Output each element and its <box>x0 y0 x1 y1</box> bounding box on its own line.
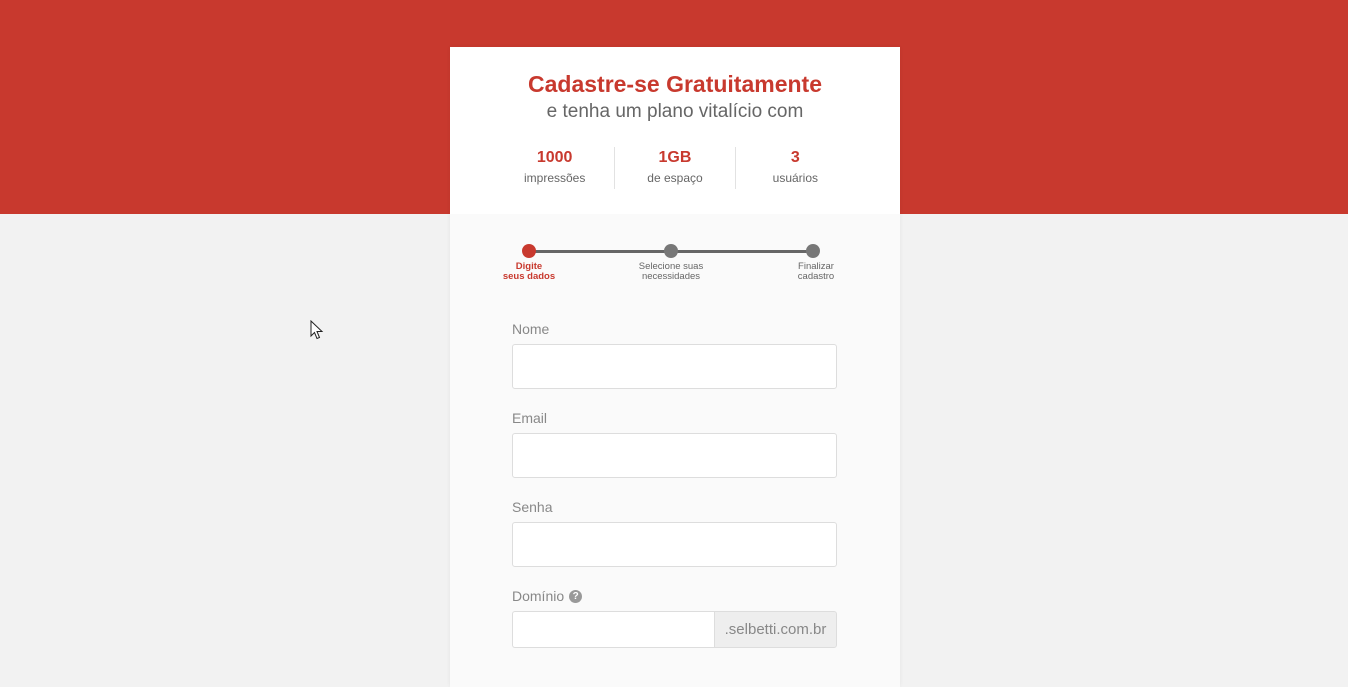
page-title: Cadastre-se Gratuitamente <box>528 71 822 97</box>
signup-card: Cadastre-se Gratuitamente e tenha um pla… <box>450 47 900 687</box>
password-input[interactable] <box>512 522 837 567</box>
email-input[interactable] <box>512 433 837 478</box>
domain-group: Domínio ? .selbetti.com.br <box>512 588 837 648</box>
plan-stats: 1000 impressões 1GB de espaço 3 usuários <box>495 147 855 189</box>
name-input[interactable] <box>512 344 837 389</box>
domain-input[interactable] <box>512 611 714 648</box>
step-2-dot <box>664 244 678 258</box>
page-subtitle: e tenha um plano vitalício com <box>546 101 804 122</box>
step-3-label: Finalizar cadastro <box>797 261 835 282</box>
domain-suffix: .selbetti.com.br <box>714 611 837 648</box>
email-group: Email <box>512 410 837 478</box>
stat-users: 3 usuários <box>734 147 855 189</box>
stat-label: usuários <box>772 171 818 185</box>
card-header: Cadastre-se Gratuitamente e tenha um pla… <box>450 47 900 214</box>
name-label: Nome <box>512 321 550 337</box>
password-group: Senha <box>512 499 837 567</box>
step-2-label: Selecione suas necessidades <box>638 261 704 282</box>
stat-label: impressões <box>523 171 586 185</box>
domain-label-row: Domínio ? <box>512 588 837 604</box>
stat-value: 1GB <box>658 149 692 166</box>
email-label: Email <box>512 410 548 426</box>
stat-label: de espaço <box>647 171 703 185</box>
password-label: Senha <box>512 499 553 515</box>
step-1-label: Digite seus dados <box>502 261 556 282</box>
domain-label: Domínio <box>512 588 565 604</box>
stat-impressions: 1000 impressões <box>495 147 614 189</box>
mouse-cursor-icon <box>310 320 324 340</box>
stat-value: 3 <box>790 149 800 166</box>
step-1-dot <box>522 244 536 258</box>
stat-storage: 1GB de espaço <box>614 147 734 189</box>
domain-input-group: .selbetti.com.br <box>512 611 837 648</box>
name-group: Nome <box>512 321 837 389</box>
stat-value: 1000 <box>536 149 573 166</box>
progress-stepper: Digite seus dados Selecione suas necessi… <box>450 214 900 294</box>
help-icon[interactable]: ? <box>569 589 583 603</box>
step-3-dot <box>806 244 820 258</box>
card-body: Digite seus dados Selecione suas necessi… <box>450 214 900 687</box>
